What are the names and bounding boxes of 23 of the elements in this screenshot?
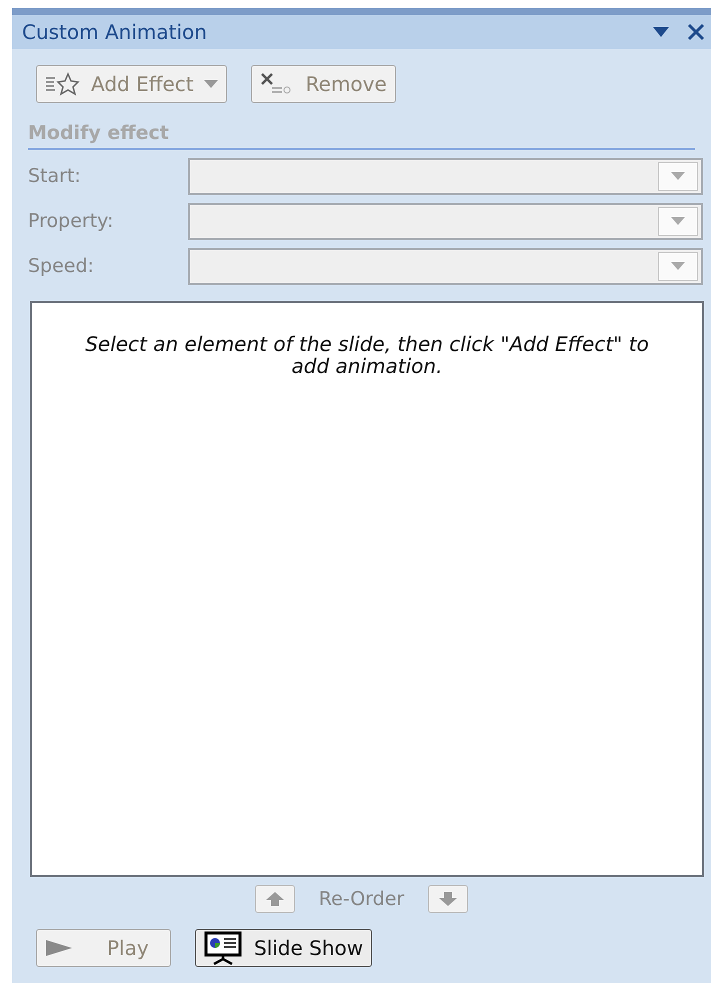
dropdown-field[interactable]	[188, 202, 703, 240]
caret-icon	[671, 262, 685, 270]
pane-title: Custom Animation	[22, 19, 208, 46]
dropdown-field[interactable]	[188, 158, 703, 194]
dropdown-icon[interactable]	[651, 26, 671, 38]
projector-screen-icon	[204, 931, 244, 965]
caret-icon	[671, 172, 685, 180]
empty-list-message: Select an element of the slide, then click "Add Effect" to add animation.	[84, 332, 650, 376]
dropdown-field[interactable]	[188, 248, 703, 284]
close-icon[interactable]	[687, 23, 705, 41]
section-heading: Modify effect	[28, 119, 695, 150]
reorder-label: Re-Order	[318, 886, 404, 912]
star-icon	[45, 72, 81, 96]
field-label: Property:	[28, 208, 114, 234]
down-arrow-icon	[438, 890, 458, 907]
up-arrow-icon	[264, 890, 285, 907]
play-icon	[45, 938, 73, 958]
slide-show-button[interactable]: Slide Show	[195, 929, 372, 967]
field-label: Start:	[28, 164, 82, 189]
effects-list[interactable]: Select an element of the slide, then click "Add Effect" to add animation.	[30, 300, 704, 876]
caret-icon	[204, 80, 218, 88]
caret-icon	[671, 217, 685, 225]
field-label: Speed:	[28, 254, 95, 279]
